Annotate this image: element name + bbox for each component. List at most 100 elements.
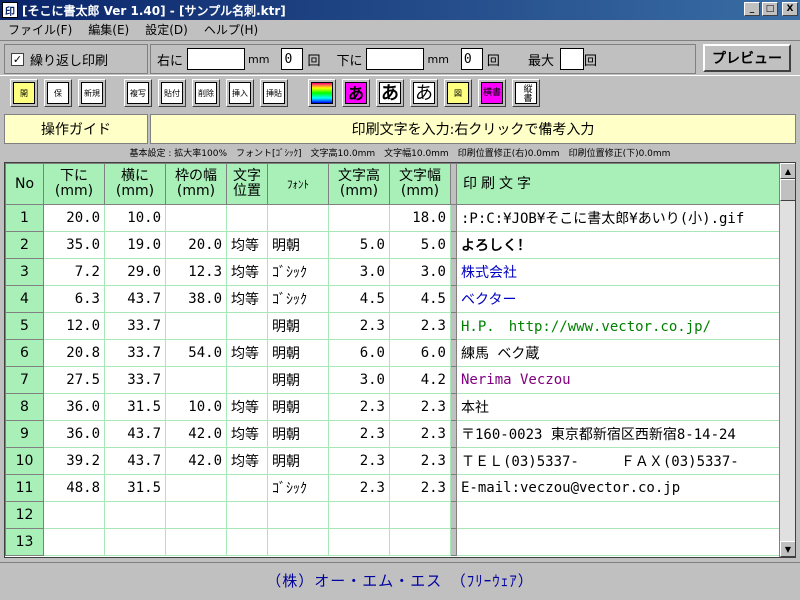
right-offset-cell[interactable]: 33.7 [104, 366, 166, 394]
text-height-cell[interactable]: 3.0 [328, 366, 390, 394]
down-offset-cell[interactable]: 36.0 [43, 420, 105, 448]
down-offset-cell[interactable] [43, 528, 105, 556]
down-offset-cell[interactable]: 12.0 [43, 312, 105, 340]
down-offset-cell[interactable]: 48.8 [43, 474, 105, 502]
text-position-cell[interactable]: 均等 [226, 420, 268, 448]
frame-width-cell[interactable]: 10.0 [165, 393, 227, 421]
print-text-cell[interactable]: E-mail:veczou@vector.co.jp [456, 474, 786, 502]
open-file-button[interactable]: 開 [10, 79, 38, 107]
text-height-cell[interactable]: 2.3 [328, 393, 390, 421]
frame-width-cell[interactable]: 20.0 [165, 231, 227, 259]
text-width-cell[interactable]: 6.0 [389, 339, 451, 367]
font-cell[interactable]: 明朝 [267, 420, 329, 448]
text-width-cell[interactable]: 2.3 [389, 447, 451, 475]
text-width-cell[interactable]: 2.3 [389, 474, 451, 502]
text-width-cell[interactable]: 4.5 [389, 285, 451, 313]
menu-settings[interactable]: 設定(D) [137, 21, 196, 38]
horizontal-writing-button[interactable]: 横書 [478, 79, 506, 107]
menu-help[interactable]: ヘルプ(H) [196, 21, 266, 38]
font-gothic-button[interactable]: あ [376, 79, 404, 107]
text-height-cell[interactable]: 4.5 [328, 285, 390, 313]
vertical-scrollbar[interactable]: ▲ ▼ [779, 163, 795, 557]
image-button[interactable]: 図 [444, 79, 472, 107]
table-row[interactable]: 10 39.2 43.7 42.0 均等 明朝 2.3 2.3 ＴＥＬ(03)5337- ＦＡＸ… [5, 447, 786, 475]
text-height-cell[interactable] [328, 204, 390, 232]
table-row[interactable]: 8 36.0 31.5 10.0 均等 明朝 2.3 2.3 本社 [5, 393, 786, 421]
text-position-cell[interactable] [226, 528, 268, 556]
print-text-cell[interactable]: ＴＥＬ(03)5337- ＦＡＸ(03)5337- [456, 447, 786, 475]
right-offset-cell[interactable]: 31.5 [104, 474, 166, 502]
text-position-cell[interactable] [226, 474, 268, 502]
right-offset-cell[interactable]: 43.7 [104, 420, 166, 448]
frame-width-cell[interactable] [165, 312, 227, 340]
minimize-button[interactable]: _ [744, 2, 760, 16]
print-text-cell[interactable]: :P:C:¥JOB¥そこに書太郎¥あいり(小).gif [456, 204, 786, 232]
repeat-print-label[interactable]: 繰り返し印刷 [30, 50, 108, 69]
text-height-cell[interactable]: 2.3 [328, 312, 390, 340]
paste-insert-button[interactable]: 挿貼 [260, 79, 288, 107]
font-cell[interactable]: 明朝 [267, 366, 329, 394]
frame-width-cell[interactable] [165, 528, 227, 556]
right-offset-cell[interactable] [104, 501, 166, 529]
down-offset-cell[interactable]: 35.0 [43, 231, 105, 259]
frame-width-cell[interactable]: 42.0 [165, 420, 227, 448]
table-row[interactable]: 12 [5, 501, 786, 529]
right-offset-cell[interactable]: 19.0 [104, 231, 166, 259]
text-position-cell[interactable]: 均等 [226, 393, 268, 421]
font-cell[interactable] [267, 501, 329, 529]
font-cell[interactable] [267, 528, 329, 556]
menu-file[interactable]: ファイル(F) [0, 21, 80, 38]
down-offset-input[interactable] [366, 48, 425, 70]
copy-row-button[interactable]: 複写 [124, 79, 152, 107]
right-count-input[interactable]: 0 [281, 48, 304, 70]
text-width-cell[interactable]: 18.0 [389, 204, 451, 232]
right-offset-cell[interactable] [104, 528, 166, 556]
frame-width-cell[interactable] [165, 501, 227, 529]
font-cell[interactable]: ｺﾞｼｯｸ [267, 258, 329, 286]
print-text-cell[interactable]: 練馬 ベク蔵 [456, 339, 786, 367]
right-offset-cell[interactable]: 31.5 [104, 393, 166, 421]
repeat-print-checkbox[interactable]: ✓ [11, 52, 24, 66]
scroll-up-button[interactable]: ▲ [780, 163, 795, 179]
print-text-cell[interactable]: よろしく！ [456, 231, 786, 259]
font-cell[interactable]: 明朝 [267, 231, 329, 259]
down-offset-cell[interactable]: 39.2 [43, 447, 105, 475]
font-mincho-button[interactable]: あ [342, 79, 370, 107]
font-serif-button[interactable]: あ [410, 79, 438, 107]
print-text-cell[interactable]: 〒160-0023 東京都新宿区西新宿8-14-24 [456, 420, 786, 448]
color-button[interactable] [308, 79, 336, 107]
print-text-cell[interactable]: H.P. http://www.vector.co.jp/ [456, 312, 786, 340]
preview-button[interactable]: プレビュー [703, 44, 791, 72]
text-height-cell[interactable]: 2.3 [328, 420, 390, 448]
text-position-cell[interactable] [226, 366, 268, 394]
vertical-writing-button[interactable]: 縦書 [512, 79, 540, 107]
frame-width-cell[interactable]: 42.0 [165, 447, 227, 475]
max-count-input[interactable] [559, 48, 584, 70]
scroll-down-button[interactable]: ▼ [780, 541, 795, 557]
right-offset-cell[interactable]: 33.7 [104, 339, 166, 367]
text-height-cell[interactable]: 5.0 [328, 231, 390, 259]
text-height-cell[interactable] [328, 501, 390, 529]
text-position-cell[interactable] [226, 501, 268, 529]
text-position-cell[interactable] [226, 312, 268, 340]
close-button[interactable]: X [782, 2, 798, 16]
right-offset-input[interactable] [187, 48, 246, 70]
frame-width-cell[interactable] [165, 204, 227, 232]
text-position-cell[interactable]: 均等 [226, 258, 268, 286]
print-text-cell[interactable]: 株式会社 [456, 258, 786, 286]
table-row[interactable]: 3 7.2 29.0 12.3 均等 ｺﾞｼｯｸ 3.0 3.0 株式会社 [5, 258, 786, 286]
font-cell[interactable]: ｺﾞｼｯｸ [267, 285, 329, 313]
text-position-cell[interactable] [226, 204, 268, 232]
right-offset-cell[interactable]: 43.7 [104, 447, 166, 475]
text-height-cell[interactable]: 2.3 [328, 474, 390, 502]
table-row[interactable]: 9 36.0 43.7 42.0 均等 明朝 2.3 2.3 〒160-0023 東京都新宿区西… [5, 420, 786, 448]
maximize-button[interactable]: □ [762, 2, 778, 16]
new-file-button[interactable]: 新規 [78, 79, 106, 107]
menu-edit[interactable]: 編集(E) [80, 21, 137, 38]
down-count-input[interactable]: 0 [460, 48, 483, 70]
frame-width-cell[interactable] [165, 366, 227, 394]
table-row[interactable]: 1 20.0 10.0 18.0:P:C:¥JOB¥そこに書太郎¥あいり(小).gif [5, 204, 786, 232]
frame-width-cell[interactable]: 54.0 [165, 339, 227, 367]
frame-width-cell[interactable] [165, 474, 227, 502]
text-width-cell[interactable]: 2.3 [389, 420, 451, 448]
